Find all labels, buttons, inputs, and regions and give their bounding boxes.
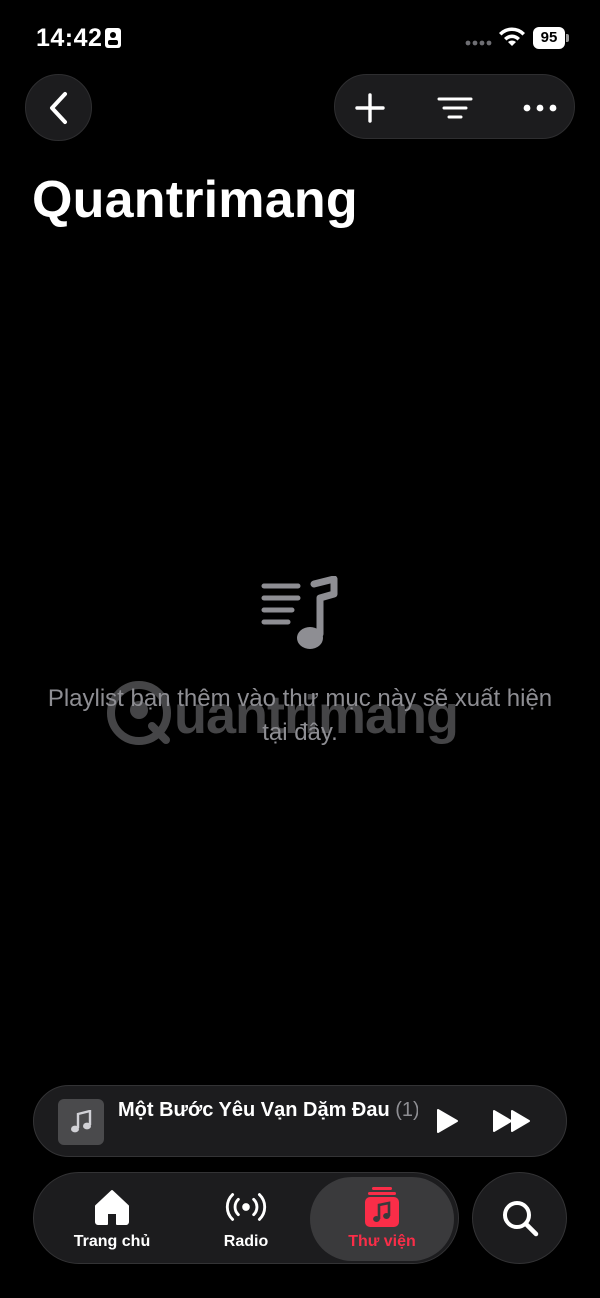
battery-cap <box>566 34 569 42</box>
id-card-icon <box>105 28 121 48</box>
status-time: 14:42 <box>36 24 103 52</box>
tab-bar: Trang chủ Radio Thư viện <box>33 1172 459 1264</box>
fast-forward-button[interactable] <box>490 1104 534 1138</box>
add-button[interactable] <box>335 75 405 140</box>
plus-icon <box>355 92 385 123</box>
play-button[interactable] <box>430 1104 464 1138</box>
status-bar: 14:42 95 <box>0 0 600 76</box>
filter-icon <box>437 97 473 118</box>
music-note-icon <box>71 1110 92 1133</box>
play-icon <box>437 1109 458 1133</box>
tab-library[interactable]: Thư viện <box>310 1177 454 1261</box>
back-button[interactable] <box>25 74 92 141</box>
more-button[interactable] <box>505 75 575 140</box>
tab-home[interactable]: Trang chủ <box>56 1173 168 1265</box>
cellular-signal-icon <box>465 40 492 46</box>
library-music-icon <box>365 1187 399 1227</box>
more-icon <box>523 104 557 111</box>
playlist-music-icon <box>261 576 338 649</box>
track-title: Một Bước Yêu Vạn Dặm Đau <box>118 1099 390 1121</box>
fast-forward-icon <box>493 1110 530 1132</box>
search-icon <box>502 1201 538 1237</box>
search-button[interactable] <box>472 1172 567 1264</box>
empty-state-message: Playlist bạn thêm vào thư mục này sẽ xuấ… <box>47 685 553 746</box>
tab-radio[interactable]: Radio <box>194 1173 298 1265</box>
album-artwork <box>58 1099 104 1145</box>
wifi-icon <box>499 27 525 46</box>
home-icon <box>95 1190 129 1225</box>
tab-radio-label: Radio <box>223 1233 269 1250</box>
sort-filter-button[interactable] <box>420 75 490 140</box>
mini-player[interactable]: Một Bước Yêu Vạn Dặm Đau (1) <box>33 1085 567 1157</box>
battery-level: 95 <box>533 27 565 49</box>
now-playing-title: Một Bước Yêu Vạn Dặm Đau (1) <box>118 1099 418 1127</box>
battery-indicator: 95 <box>533 27 569 49</box>
tab-home-label: Trang chủ <box>73 1233 151 1250</box>
track-title-suffix: (1) <box>389 1099 418 1121</box>
chevron-left-icon <box>49 91 67 124</box>
radio-broadcast-icon <box>225 1193 267 1221</box>
tab-library-label: Thư viện <box>348 1233 416 1250</box>
page-title: Quantrimang <box>32 171 358 229</box>
header-actions <box>334 74 575 139</box>
